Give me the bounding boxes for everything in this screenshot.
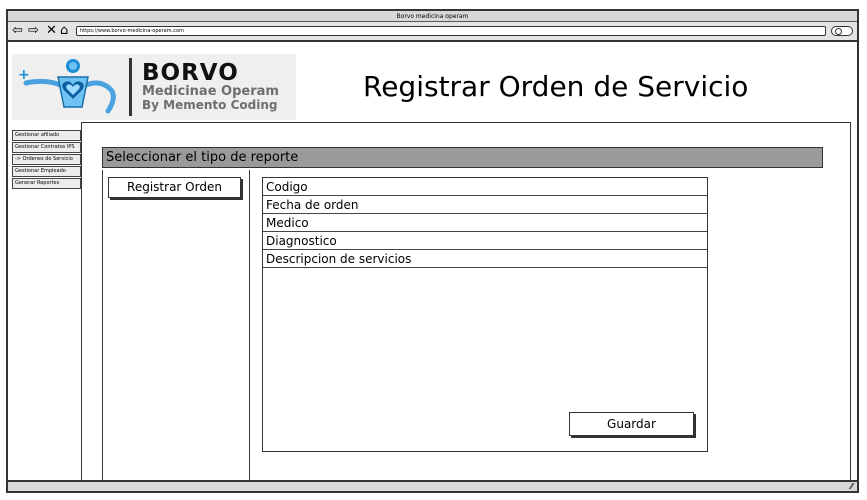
address-bar[interactable]: https://www.borvo-medicina-operam.com xyxy=(76,26,826,36)
sidebar-item-gestionar-empleado[interactable]: Gestionar Empleado xyxy=(12,166,81,177)
browser-window: Borvo medicina operam ⇦ ⇨ ✕ ⌂ https://ww… xyxy=(6,9,859,493)
field-descripcion-servicios[interactable]: Descripcion de servicios xyxy=(263,250,707,268)
medical-figure-icon: + xyxy=(18,59,116,114)
registrar-orden-button[interactable]: Registrar Orden xyxy=(108,177,241,198)
sidebar-item-gestionar-afiliado[interactable]: Gestionar afiliado xyxy=(12,130,81,141)
field-medico[interactable]: Medico xyxy=(263,214,707,232)
search-icon[interactable] xyxy=(831,26,853,36)
title-bar: Borvo medicina operam xyxy=(8,11,857,22)
guardar-button[interactable]: Guardar xyxy=(569,412,694,436)
status-bar: ⁄⁄ xyxy=(8,480,857,491)
logo-subtitle: Medicinae Operam xyxy=(142,84,279,99)
field-fecha-orden[interactable]: Fecha de orden xyxy=(263,196,707,214)
logo-divider xyxy=(129,58,132,116)
window-title: Borvo medicina operam xyxy=(396,13,469,20)
close-icon[interactable]: ✕ xyxy=(46,24,57,38)
logo-title: BORVO xyxy=(142,60,239,86)
back-icon[interactable]: ⇦ xyxy=(12,24,23,38)
order-form-panel: Codigo Fecha de orden Medico Diagnostico… xyxy=(262,177,708,452)
browser-toolbar: ⇦ ⇨ ✕ ⌂ https://www.borvo-medicina-opera… xyxy=(8,22,857,42)
field-diagnostico[interactable]: Diagnostico xyxy=(263,232,707,250)
page-body: + BORVO Medicinae Operam By Memento Codi… xyxy=(8,44,857,484)
main-content: Seleccionar el tipo de reporte Registrar… xyxy=(81,122,851,484)
sidebar-item-generar-reportes[interactable]: Generar Reportes xyxy=(12,178,81,189)
page-title: Registrar Orden de Servicio xyxy=(363,70,749,103)
home-icon[interactable]: ⌂ xyxy=(60,24,68,38)
sidebar-item-contratos-ips[interactable]: Gestionar Contratos IPS xyxy=(12,142,81,153)
field-codigo[interactable]: Codigo xyxy=(263,178,707,196)
sidebar-item-ordenes-servicio[interactable]: -> Ordenes de Servicio xyxy=(12,154,81,165)
logo-tagline: By Memento Coding xyxy=(142,98,278,112)
sidebar: Gestionar afiliado Gestionar Contratos I… xyxy=(12,130,81,190)
column-divider xyxy=(249,170,250,484)
company-logo: + BORVO Medicinae Operam By Memento Codi… xyxy=(12,54,296,120)
left-divider xyxy=(102,170,103,484)
resize-handle-icon[interactable]: ⁄⁄ xyxy=(850,482,853,491)
section-header: Seleccionar el tipo de reporte xyxy=(102,147,823,168)
forward-icon[interactable]: ⇨ xyxy=(28,24,39,38)
